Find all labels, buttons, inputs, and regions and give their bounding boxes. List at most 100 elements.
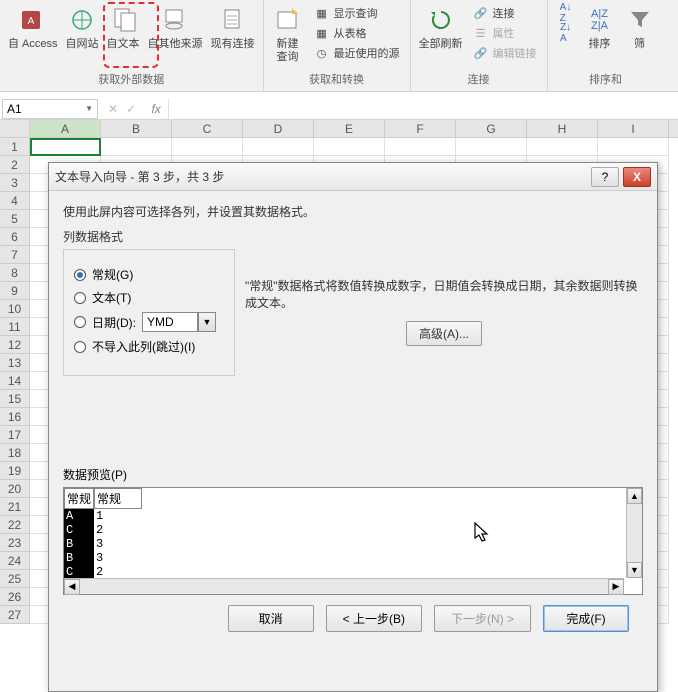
select-all-corner[interactable] — [0, 120, 30, 137]
dialog-titlebar[interactable]: 文本导入向导 - 第 3 步，共 3 步 ? X — [49, 163, 657, 191]
filter-button[interactable]: 筛 — [620, 2, 660, 53]
row-header[interactable]: 3 — [0, 174, 30, 192]
scroll-down-icon[interactable]: ▼ — [627, 562, 642, 578]
from-other-button[interactable]: 自其他来源 — [144, 2, 207, 53]
row-header[interactable]: 7 — [0, 246, 30, 264]
finish-button[interactable]: 完成(F) — [543, 605, 629, 632]
cell[interactable] — [314, 138, 385, 156]
row-header[interactable]: 26 — [0, 588, 30, 606]
cell[interactable] — [456, 138, 527, 156]
radio-text[interactable]: 文本(T) — [74, 289, 224, 306]
column-header[interactable]: I — [598, 120, 669, 137]
row-header[interactable]: 15 — [0, 390, 30, 408]
horizontal-scrollbar[interactable]: ◀ ▶ — [64, 578, 624, 594]
refresh-all-button[interactable]: 全部刷新 — [415, 2, 467, 53]
preview-col-header[interactable]: 常规 — [64, 488, 94, 509]
sort-button[interactable]: A|ZZ|A 排序 — [580, 2, 620, 53]
row-header[interactable]: 17 — [0, 426, 30, 444]
chevron-down-icon[interactable]: ▼ — [198, 312, 216, 332]
cell[interactable] — [243, 138, 314, 156]
row-header[interactable]: 8 — [0, 264, 30, 282]
recent-icon: ◷ — [314, 45, 330, 61]
row-header[interactable]: 9 — [0, 282, 30, 300]
recent-sources-button[interactable]: ◷最近使用的源 — [310, 44, 404, 62]
ribbon-group-label: 连接 — [415, 69, 543, 91]
row-header[interactable]: 16 — [0, 408, 30, 426]
column-format-group: 常规(G) 文本(T) 日期(D): YMD ▼ 不导入此列(跳过)(I) — [63, 249, 235, 376]
column-header[interactable]: D — [243, 120, 314, 137]
cell[interactable] — [101, 138, 172, 156]
row-header[interactable]: 5 — [0, 210, 30, 228]
edit-links-button[interactable]: 🔗编辑链接 — [469, 44, 541, 62]
column-header[interactable]: A — [30, 120, 101, 137]
cancel-button[interactable]: 取消 — [228, 605, 314, 632]
cell[interactable] — [598, 138, 669, 156]
existing-connections-button[interactable]: 现有连接 — [207, 2, 259, 53]
row-header[interactable]: 2 — [0, 156, 30, 174]
scroll-up-icon[interactable]: ▲ — [627, 488, 642, 504]
row-header[interactable]: 13 — [0, 354, 30, 372]
properties-button[interactable]: ☰属性 — [469, 24, 541, 42]
row-header[interactable]: 18 — [0, 444, 30, 462]
column-header[interactable]: H — [527, 120, 598, 137]
help-button[interactable]: ? — [591, 167, 619, 187]
close-button[interactable]: X — [623, 167, 651, 187]
sort-za-button[interactable]: Z↓A — [554, 24, 578, 42]
row-header[interactable]: 24 — [0, 552, 30, 570]
column-header[interactable]: E — [314, 120, 385, 137]
column-header[interactable]: B — [101, 120, 172, 137]
web-icon — [66, 4, 98, 36]
row-header[interactable]: 10 — [0, 300, 30, 318]
cell[interactable] — [172, 138, 243, 156]
back-button[interactable]: < 上一步(B) — [326, 605, 422, 632]
fx-button[interactable]: fx — [144, 102, 168, 116]
row-header[interactable]: 21 — [0, 498, 30, 516]
data-preview[interactable]: 常规 常规 ACBBC12332 ▲ ▼ ◀ ▶ — [63, 487, 643, 595]
show-query-icon: ▦ — [314, 5, 330, 21]
radio-skip[interactable]: 不导入此列(跳过)(I) — [74, 338, 224, 355]
active-cell[interactable] — [30, 138, 101, 156]
row-header[interactable]: 20 — [0, 480, 30, 498]
refresh-icon — [425, 4, 457, 36]
sort-az-icon: A↓Z — [558, 5, 574, 21]
row-header[interactable]: 1 — [0, 138, 30, 156]
scroll-left-icon[interactable]: ◀ — [64, 579, 80, 595]
row-header[interactable]: 22 — [0, 516, 30, 534]
dialog-title: 文本导入向导 - 第 3 步，共 3 步 — [55, 168, 587, 185]
row-header[interactable]: 23 — [0, 534, 30, 552]
properties-icon: ☰ — [473, 25, 489, 41]
ribbon: A 自 Access 自网站 自文本 自其他来源 现有连接 获取外部数据 — [0, 0, 678, 92]
scroll-right-icon[interactable]: ▶ — [608, 579, 624, 595]
from-text-button[interactable]: 自文本 — [103, 2, 144, 53]
row-header[interactable]: 27 — [0, 606, 30, 624]
connections-button[interactable]: 🔗连接 — [469, 4, 541, 22]
advanced-button[interactable]: 高级(A)... — [406, 321, 482, 346]
from-access-button[interactable]: A 自 Access — [4, 2, 62, 53]
row-header[interactable]: 4 — [0, 192, 30, 210]
column-header[interactable]: C — [172, 120, 243, 137]
name-box[interactable]: A1 ▼ — [2, 99, 98, 119]
preview-col-header[interactable]: 常规 — [94, 488, 142, 509]
radio-icon — [74, 316, 86, 328]
new-query-button[interactable]: 新建 查询 — [268, 2, 308, 66]
formula-bar[interactable] — [168, 99, 678, 119]
radio-date[interactable]: 日期(D): YMD ▼ — [74, 312, 224, 332]
cell[interactable] — [527, 138, 598, 156]
row-header[interactable]: 6 — [0, 228, 30, 246]
column-header[interactable]: F — [385, 120, 456, 137]
column-header[interactable]: G — [456, 120, 527, 137]
show-query-button[interactable]: ▦显示查询 — [310, 4, 404, 22]
vertical-scrollbar[interactable]: ▲ ▼ — [626, 488, 642, 578]
radio-general[interactable]: 常规(G) — [74, 266, 224, 283]
row-header[interactable]: 19 — [0, 462, 30, 480]
row-header[interactable]: 12 — [0, 336, 30, 354]
date-format-select[interactable]: YMD — [142, 312, 198, 332]
row-header[interactable]: 11 — [0, 318, 30, 336]
row-header[interactable]: 25 — [0, 570, 30, 588]
sort-az-button[interactable]: A↓Z — [554, 4, 578, 22]
cancel-icon: ✕ — [108, 102, 118, 116]
from-table-button[interactable]: ▦从表格 — [310, 24, 404, 42]
from-web-button[interactable]: 自网站 — [62, 2, 103, 53]
cell[interactable] — [385, 138, 456, 156]
row-header[interactable]: 14 — [0, 372, 30, 390]
